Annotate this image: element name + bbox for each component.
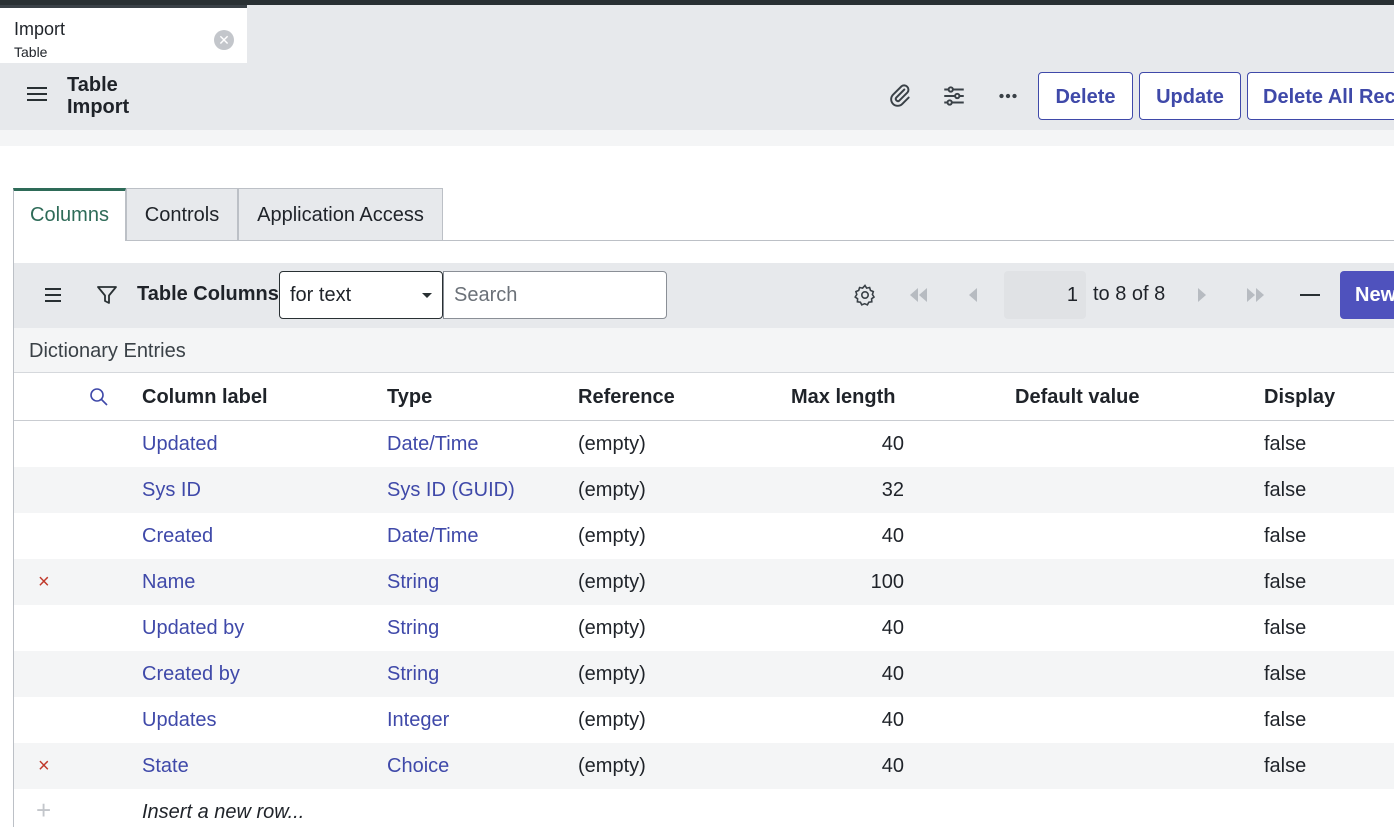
new-button[interactable]: New bbox=[1340, 271, 1394, 319]
cell-max-length: 100 bbox=[870, 571, 904, 593]
tab-application-access[interactable]: Application Access bbox=[238, 188, 443, 241]
page-number-input[interactable]: 1 bbox=[1004, 271, 1086, 319]
cell-reference: (empty) bbox=[578, 571, 646, 593]
delete-button[interactable]: Delete bbox=[1038, 72, 1133, 120]
sliders-icon[interactable] bbox=[941, 83, 967, 109]
more-icon[interactable] bbox=[995, 83, 1021, 109]
list-title: Table Columns bbox=[137, 283, 279, 305]
first-page-icon[interactable] bbox=[907, 287, 929, 303]
plus-icon: + bbox=[36, 795, 52, 825]
last-page-icon[interactable] bbox=[1245, 287, 1267, 303]
cell-display: false bbox=[1264, 755, 1307, 777]
list-subheader-text: Dictionary Entries bbox=[29, 340, 186, 362]
cell-column-label[interactable]: Name bbox=[142, 571, 195, 594]
table-row[interactable]: Created by String (empty) 40 false bbox=[14, 651, 1394, 697]
page-title: Table Import bbox=[67, 74, 130, 118]
cell-column-label[interactable]: Created by bbox=[142, 663, 240, 686]
filter-icon[interactable] bbox=[95, 283, 119, 307]
column-header-type[interactable]: Type bbox=[387, 386, 432, 409]
cell-reference: (empty) bbox=[578, 433, 646, 455]
paperclip-icon[interactable] bbox=[887, 83, 913, 109]
chevron-down-icon bbox=[422, 293, 432, 298]
search-input[interactable] bbox=[443, 271, 667, 319]
cell-type[interactable]: String bbox=[387, 617, 439, 640]
cell-reference: (empty) bbox=[578, 663, 646, 685]
table-row[interactable]: Created Date/Time (empty) 40 false bbox=[14, 513, 1394, 559]
table-row[interactable]: Updated by String (empty) 40 false bbox=[14, 605, 1394, 651]
cell-display: false bbox=[1264, 479, 1307, 501]
cell-column-label[interactable]: Updates bbox=[142, 709, 217, 732]
cell-column-label[interactable]: Created bbox=[142, 525, 213, 548]
document-tab[interactable]: Import Table ✕ bbox=[0, 5, 247, 63]
pagination-range: to 8 of 8 bbox=[1093, 283, 1166, 305]
cell-type[interactable]: Integer bbox=[387, 709, 449, 732]
cell-max-length: 40 bbox=[881, 755, 904, 777]
cell-type[interactable]: Choice bbox=[387, 755, 449, 778]
cell-display: false bbox=[1264, 525, 1307, 547]
cell-max-length: 40 bbox=[881, 663, 904, 685]
search-column-select-value: for text bbox=[290, 284, 352, 306]
table-row[interactable]: Sys ID Sys ID (GUID) (empty) 32 false bbox=[14, 467, 1394, 513]
cell-reference: (empty) bbox=[578, 525, 646, 547]
list-menu-icon[interactable] bbox=[44, 286, 62, 304]
cell-display: false bbox=[1264, 709, 1307, 731]
close-icon[interactable]: ✕ bbox=[214, 30, 234, 50]
tab-controls[interactable]: Controls bbox=[126, 188, 238, 241]
prev-page-icon[interactable] bbox=[967, 287, 979, 303]
gear-icon[interactable] bbox=[853, 283, 877, 307]
table-header: Column label Type Reference Max length D… bbox=[14, 373, 1394, 421]
tab-columns[interactable]: Columns bbox=[13, 188, 126, 241]
cell-type[interactable]: String bbox=[387, 571, 439, 594]
update-button[interactable]: Update bbox=[1139, 72, 1241, 120]
cell-max-length: 40 bbox=[881, 525, 904, 547]
collapse-icon[interactable] bbox=[1300, 294, 1320, 296]
cell-reference: (empty) bbox=[578, 755, 646, 777]
cell-display: false bbox=[1264, 617, 1307, 639]
document-tab-strip: Import Table ✕ bbox=[0, 5, 1394, 63]
cell-display: false bbox=[1264, 433, 1307, 455]
column-header-reference[interactable]: Reference bbox=[578, 386, 675, 409]
form-header: Table Import Delete Update Delete All Re… bbox=[0, 63, 1394, 130]
hamburger-icon[interactable] bbox=[27, 87, 47, 105]
list-subheader: Dictionary Entries bbox=[14, 328, 1394, 373]
insert-row[interactable]: + Insert a new row... bbox=[14, 789, 1394, 827]
delete-all-records-button[interactable]: Delete All Records bbox=[1247, 72, 1394, 120]
list-toolbar: Table Columns for text 1 to 8 of 8 New bbox=[14, 263, 1394, 328]
document-tab-title: Import bbox=[14, 19, 66, 39]
document-tab-subtitle: Table bbox=[14, 44, 48, 60]
cell-reference: (empty) bbox=[578, 617, 646, 639]
next-page-icon[interactable] bbox=[1196, 287, 1208, 303]
insert-row-text: Insert a new row... bbox=[142, 801, 305, 823]
table-row[interactable]: Updates Integer (empty) 40 false bbox=[14, 697, 1394, 743]
search-icon[interactable] bbox=[89, 387, 109, 407]
cell-max-length: 40 bbox=[881, 709, 904, 731]
cell-display: false bbox=[1264, 571, 1307, 593]
remove-icon[interactable]: × bbox=[38, 571, 50, 594]
cell-display: false bbox=[1264, 663, 1307, 685]
cell-type[interactable]: String bbox=[387, 663, 439, 686]
cell-max-length: 32 bbox=[881, 479, 904, 501]
cell-type[interactable]: Date/Time bbox=[387, 525, 479, 548]
cell-column-label[interactable]: Sys ID bbox=[142, 479, 201, 502]
column-header-max-length[interactable]: Max length bbox=[791, 386, 895, 409]
table-row[interactable]: × State Choice (empty) 40 false bbox=[14, 743, 1394, 789]
column-header-label[interactable]: Column label bbox=[142, 386, 268, 409]
cell-type[interactable]: Date/Time bbox=[387, 433, 479, 456]
cell-column-label[interactable]: State bbox=[142, 755, 189, 778]
table-row[interactable]: × Name String (empty) 100 false bbox=[14, 559, 1394, 605]
table-row[interactable]: Updated Date/Time (empty) 40 false bbox=[14, 421, 1394, 467]
cell-column-label[interactable]: Updated by bbox=[142, 617, 244, 640]
cell-max-length: 40 bbox=[881, 433, 904, 455]
tab-divider bbox=[443, 240, 1394, 241]
cell-column-label[interactable]: Updated bbox=[142, 433, 218, 456]
search-column-select[interactable]: for text bbox=[279, 271, 443, 319]
cell-max-length: 40 bbox=[881, 617, 904, 639]
column-header-display[interactable]: Display bbox=[1264, 386, 1335, 409]
cell-type[interactable]: Sys ID (GUID) bbox=[387, 479, 515, 502]
cell-reference: (empty) bbox=[578, 479, 646, 501]
column-header-default-value[interactable]: Default value bbox=[1015, 386, 1139, 409]
header-gap bbox=[0, 130, 1394, 146]
remove-icon[interactable]: × bbox=[38, 755, 50, 778]
cell-reference: (empty) bbox=[578, 709, 646, 731]
